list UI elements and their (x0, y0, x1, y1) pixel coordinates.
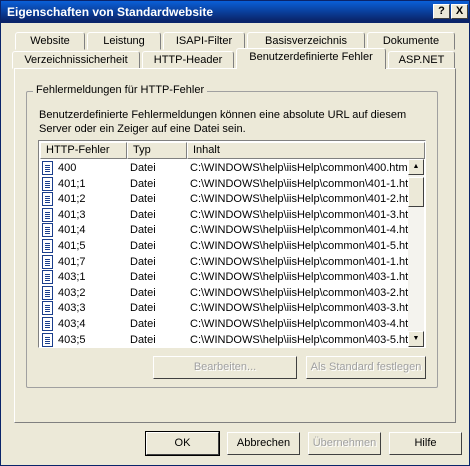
tab-verzeichnissicherheit[interactable]: Verzeichnissicherheit (12, 51, 140, 69)
tab-website[interactable]: Website (15, 32, 85, 50)
cell-type: Datei (130, 177, 156, 190)
scroll-down-icon[interactable]: ▼ (408, 331, 424, 347)
cell-http-error: 403;1 (58, 271, 86, 284)
ok-button[interactable]: OK (145, 431, 220, 456)
list-item[interactable]: 401;1 Datei C:\WINDOWS\help\iisHelp\common… (40, 176, 417, 193)
help-button[interactable]: Hilfe (389, 432, 462, 455)
cell-type: Datei (130, 333, 156, 346)
cell-type: Datei (130, 286, 156, 299)
file-icon (42, 285, 53, 300)
file-icon (42, 161, 53, 175)
cell-type: Datei (130, 302, 156, 315)
cell-content: C:\WINDOWS\help\iisHelp\common\401-4.htm (190, 224, 418, 237)
edit-button[interactable]: Bearbeiten... (153, 356, 297, 379)
cell-type: Datei (130, 208, 156, 221)
cell-content: C:\WINDOWS\help\iisHelp\common\401-5.htm (190, 240, 418, 252)
cell-type: Datei (130, 318, 156, 330)
edit-button-label: Bearbeiten... (193, 361, 257, 373)
column-header-http-error[interactable]: HTTP-Fehler (40, 142, 127, 159)
cell-content: C:\WINDOWS\help\iisHelp\common\403-4.htm (190, 318, 418, 330)
file-icon (42, 176, 53, 191)
list-item[interactable]: 401;4 Datei C:\WINDOWS\help\iisHelp\common… (40, 223, 417, 239)
column-header-type[interactable]: Typ (127, 142, 187, 159)
cell-content: C:\WINDOWS\help\iisHelp\common\403-5.htm (190, 333, 418, 346)
group-label: Fehlermeldungen für HTTP-Fehler (33, 84, 208, 96)
properties-dialog: Eigenschaften von Standardwebsite ? X We… (0, 0, 470, 466)
help-title-button[interactable]: ? (433, 4, 450, 19)
tab-asp-net[interactable]: ASP.NET (388, 51, 455, 69)
file-icon (42, 192, 53, 207)
list-item[interactable]: 403;3 Datei C:\WINDOWS\help\iisHelp\common… (40, 301, 417, 317)
cell-content: C:\WINDOWS\help\iisHelp\common\403-1.htm (190, 271, 418, 284)
cell-type: Datei (130, 224, 156, 237)
cell-content: C:\WINDOWS\help\iisHelp\common\401-1.htm (190, 255, 418, 268)
cell-http-error: 403;5 (58, 333, 86, 346)
close-button[interactable]: X (451, 4, 468, 19)
cell-type: Datei (130, 193, 156, 206)
list-item[interactable]: 403;4 Datei C:\WINDOWS\help\iisHelp\common… (40, 317, 417, 333)
file-icon (42, 239, 53, 253)
cell-type: Datei (130, 240, 156, 252)
cell-http-error: 401;4 (58, 224, 86, 237)
title-bar: Eigenschaften von Standardwebsite ? X (1, 1, 469, 23)
cell-type: Datei (130, 255, 156, 268)
cell-http-error: 400 (58, 162, 77, 174)
cell-http-error: 401;3 (58, 208, 86, 221)
cell-http-error: 401;7 (58, 255, 86, 268)
tab-leistung[interactable]: Leistung (87, 32, 161, 50)
apply-button[interactable]: Übernehmen (308, 432, 381, 455)
cell-content: C:\WINDOWS\help\iisHelp\common\401-3.htm (190, 208, 418, 221)
cell-content: C:\WINDOWS\help\iisHelp\common\401-1.htm (190, 177, 418, 190)
cell-http-error: 403;2 (58, 286, 86, 299)
file-icon (42, 270, 53, 285)
cell-http-error: 401;2 (58, 193, 86, 206)
list-item[interactable]: 403;5 Datei C:\WINDOWS\help\iisHelp\common… (40, 332, 417, 347)
column-header-content[interactable]: Inhalt (187, 142, 425, 159)
tab-isapi-filter[interactable]: ISAPI-Filter (163, 32, 245, 50)
file-icon (42, 223, 53, 238)
file-icon (42, 332, 53, 347)
cell-http-error: 401;1 (58, 177, 86, 190)
cell-type: Datei (130, 271, 156, 284)
cell-content: C:\WINDOWS\help\iisHelp\common\403-3.htm (190, 302, 418, 315)
list-item[interactable]: 401;7 Datei C:\WINDOWS\help\iisHelp\common… (40, 254, 417, 271)
list-item[interactable]: 400 Datei C:\WINDOWS\help\iisHelp\common\4… (40, 161, 409, 177)
list-item[interactable]: 403;1 Datei C:\WINDOWS\help\iisHelp\common… (40, 270, 417, 286)
cell-content: C:\WINDOWS\help\iisHelp\common\401-2.htm (190, 193, 418, 206)
list-item[interactable]: 401;2 Datei C:\WINDOWS\help\iisHelp\common… (40, 192, 417, 208)
cell-http-error: 403;3 (58, 302, 86, 315)
cell-type: Datei (130, 162, 156, 174)
cell-http-error: 401;5 (58, 240, 86, 252)
cell-http-error: 403;4 (58, 318, 86, 330)
list-item[interactable]: 401;3 Datei C:\WINDOWS\help\iisHelp\common… (40, 207, 417, 224)
set-default-button-label: Als Standard festlegen (310, 361, 422, 373)
cancel-button[interactable]: Abbrechen (227, 432, 300, 455)
set-default-button[interactable]: Als Standard festlegen (306, 356, 426, 379)
tab-http-header[interactable]: HTTP-Header (142, 51, 234, 69)
cell-content: C:\WINDOWS\help\iisHelp\common\400.htm (190, 162, 408, 174)
file-icon (42, 317, 53, 331)
file-icon (42, 254, 53, 269)
window-title: Eigenschaften von Standardwebsite (7, 5, 214, 19)
group-description: Benutzerdefinierte Fehlermeldungen könne… (39, 109, 407, 135)
file-icon (42, 301, 53, 316)
list-item[interactable]: 401;5 Datei C:\WINDOWS\help\iisHelp\common… (40, 239, 417, 255)
tab-benutzerdefinierte-fehler[interactable]: Benutzerdefinierte Fehler (236, 48, 386, 69)
file-icon (42, 207, 53, 222)
scroll-thumb[interactable] (408, 177, 424, 207)
vertical-scrollbar[interactable]: ▲ ▼ (408, 159, 424, 347)
cell-content: C:\WINDOWS\help\iisHelp\common\403-2.htm (190, 286, 418, 299)
list-item[interactable]: 403;2 Datei C:\WINDOWS\help\iisHelp\common… (40, 285, 417, 302)
scroll-up-icon[interactable]: ▲ (408, 159, 424, 175)
http-errors-list[interactable]: HTTP-Fehler Typ Inhalt 400 Datei C:\WINDOW… (38, 140, 426, 348)
